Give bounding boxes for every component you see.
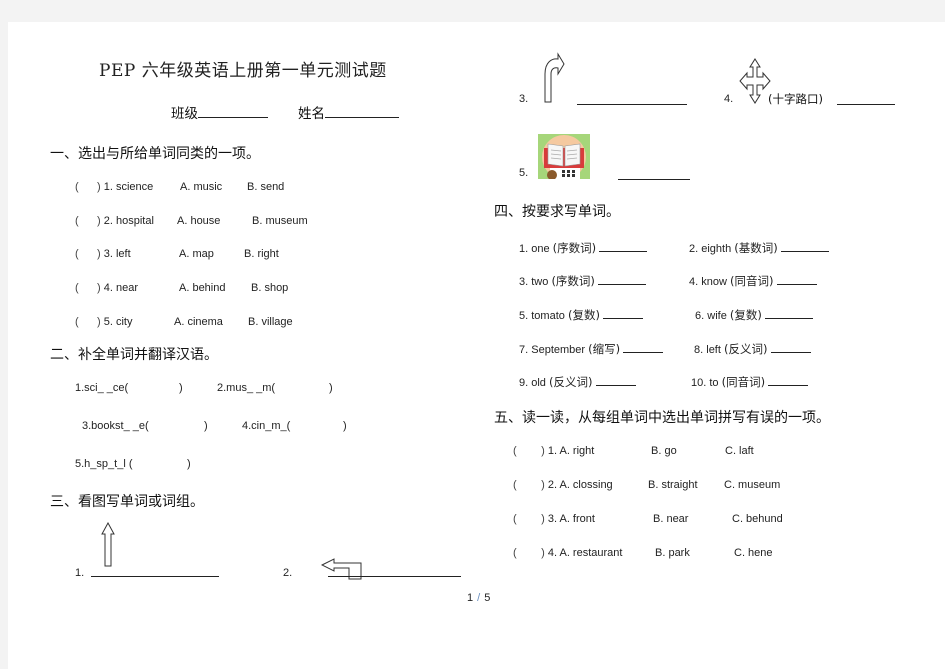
option-b: B. village — [248, 316, 293, 328]
name-field: 姓名 — [298, 102, 399, 122]
close-paren: ) — [187, 458, 191, 470]
answer-blank[interactable] — [780, 239, 829, 252]
answer-blank[interactable] — [623, 340, 664, 353]
close-paren: ) — [329, 382, 333, 394]
crossroads-arrow-icon — [739, 58, 771, 104]
picture-item-3: 3. — [519, 93, 529, 105]
page-indicator: 1/5 — [467, 592, 490, 604]
list-item: 3.bookst_ _e( — [82, 420, 149, 432]
picture-item-1: 1. — [75, 567, 85, 579]
option-a: A. house — [177, 215, 221, 227]
section-3-heading: 三、看图写单词或词组。 — [50, 494, 204, 510]
option-b: B. museum — [252, 215, 308, 227]
answer-paren[interactable]: ( ) — [513, 513, 545, 525]
section-4-heading: 四、按要求写单词。 — [494, 204, 620, 220]
total-pages: 5 — [484, 592, 491, 604]
class-blank[interactable] — [198, 105, 268, 118]
list-item: 7. September (缩写) — [519, 340, 664, 357]
answer-paren[interactable]: ( ) — [75, 316, 101, 328]
picture-item-2: 2. — [283, 567, 293, 579]
option-a: A. map — [179, 248, 214, 260]
list-item: ( ) 5. city — [75, 316, 133, 328]
list-item: ( ) 2. A. clossing — [513, 479, 613, 491]
option-b: B. shop — [251, 282, 289, 294]
answer-blank[interactable] — [599, 239, 648, 252]
crossroads-hint: (十字路口) — [768, 92, 823, 106]
answer-blank[interactable] — [328, 564, 461, 577]
list-item: 5. tomato (复数) — [519, 306, 643, 323]
option-c: C. museum — [724, 479, 781, 491]
name-blank[interactable] — [325, 105, 399, 118]
list-item: 3. two (序数词) — [519, 272, 646, 289]
answer-blank[interactable] — [603, 306, 643, 319]
list-item: 8. left (反义词) — [694, 340, 811, 357]
answer-paren[interactable]: ( ) — [75, 215, 101, 227]
class-label: 班级 — [171, 106, 198, 122]
list-item: 4.cin_m_( — [242, 420, 291, 432]
option-a: A. behind — [179, 282, 226, 294]
up-arrow-icon — [101, 522, 115, 567]
list-item: ( ) 1. A. right — [513, 445, 595, 457]
page-separator: / — [477, 592, 481, 604]
list-item: 1. one (序数词) — [519, 239, 648, 256]
list-item: 2.mus_ _m( — [217, 382, 276, 394]
option-b: B. send — [247, 181, 285, 193]
close-paren: ) — [343, 420, 347, 432]
list-item: 1.sci_ _ce( — [75, 382, 129, 394]
list-item: 6. wife (复数) — [695, 306, 813, 323]
section-5-heading: 五、读一读，从每组单词中选出单词拼写有误的一项。 — [494, 410, 830, 426]
section-1-heading: 一、选出与所给单词同类的一项。 — [50, 146, 260, 162]
answer-paren[interactable]: ( ) — [513, 479, 545, 491]
option-b: B. right — [244, 248, 279, 260]
option-a: A. cinema — [174, 316, 223, 328]
answer-blank[interactable] — [837, 92, 895, 105]
list-item: 4. know (同音词) — [689, 272, 817, 289]
close-paren: ) — [204, 420, 208, 432]
page-title: PEP 六年级英语上册第一单元测试题 — [99, 61, 387, 81]
list-item: 2. eighth (基数词) — [689, 239, 829, 256]
answer-paren[interactable]: ( ) — [513, 547, 545, 559]
option-b: B. near — [653, 513, 689, 525]
answer-blank[interactable] — [764, 306, 813, 319]
library-book-icon — [538, 134, 590, 179]
list-item: 10. to (同音词) — [691, 373, 809, 390]
list-item: 5.h_sp_t_l ( — [75, 458, 133, 470]
answer-blank[interactable] — [776, 272, 817, 285]
list-item: 9. old (反义词) — [519, 373, 636, 390]
answer-blank[interactable] — [618, 167, 690, 180]
answer-blank[interactable] — [577, 92, 687, 105]
option-a: A. music — [180, 181, 223, 193]
option-b: B. park — [655, 547, 690, 559]
answer-blank[interactable] — [597, 272, 646, 285]
list-item: ( ) 4. near — [75, 282, 139, 294]
option-b: B. go — [651, 445, 677, 457]
option-c: C. behund — [732, 513, 783, 525]
answer-blank[interactable] — [595, 373, 636, 386]
answer-blank[interactable] — [91, 564, 219, 577]
picture-item-4: 4. — [724, 93, 734, 105]
list-item: ( ) 4. A. restaurant — [513, 547, 623, 559]
turn-right-arrow-icon — [544, 52, 565, 103]
answer-blank[interactable] — [770, 340, 811, 353]
answer-paren[interactable]: ( ) — [75, 248, 101, 260]
list-item: ( ) 3. A. front — [513, 513, 595, 525]
list-item: ( ) 2. hospital — [75, 215, 154, 227]
option-c: C. laft — [725, 445, 754, 457]
answer-paren[interactable]: ( ) — [75, 282, 101, 294]
list-item: ( ) 3. left — [75, 248, 131, 260]
name-label: 姓名 — [298, 106, 325, 122]
document-page: PEP 六年级英语上册第一单元测试题 班级 姓名 一、选出与所给单词同类的一项。… — [8, 22, 945, 669]
list-item: ( ) 1. science — [75, 181, 154, 193]
answer-paren[interactable]: ( ) — [75, 181, 101, 193]
current-page: 1 — [467, 592, 474, 604]
option-b: B. straight — [648, 479, 698, 491]
class-field: 班级 — [171, 102, 268, 122]
answer-paren[interactable]: ( ) — [513, 445, 545, 457]
answer-blank[interactable] — [768, 373, 809, 386]
section-2-heading: 二、补全单词并翻译汉语。 — [50, 347, 218, 363]
option-c: C. hene — [734, 547, 773, 559]
picture-item-5: 5. — [519, 167, 529, 179]
close-paren: ) — [179, 382, 183, 394]
